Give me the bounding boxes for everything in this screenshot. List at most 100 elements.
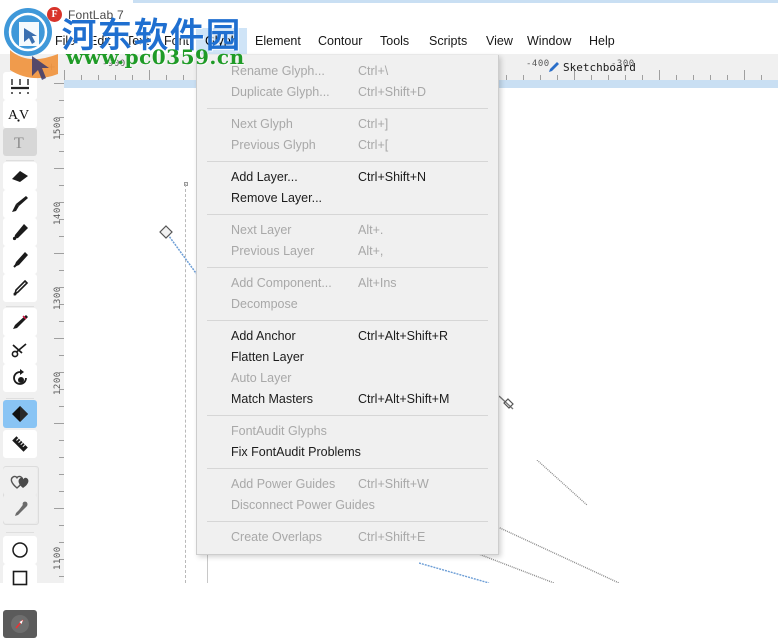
rotate-tool[interactable] [3,364,37,392]
menuitem-label: Fix FontAudit Problems [231,445,361,459]
pan-tool[interactable] [3,610,37,638]
ellipse-tool[interactable] [3,536,37,564]
menuitem-create-overlaps[interactable]: Create Overlaps Ctrl+Shift+E [197,527,498,548]
text-tool[interactable]: T [3,128,37,156]
sketchboard-tab[interactable]: Sketchboard [548,59,636,75]
menuitem-add-layer[interactable]: Add Layer... Ctrl+Shift+N [197,167,498,188]
menuitem-flatten-layer[interactable]: Flatten Layer [197,347,498,368]
menuitem-label: FontAudit Glyphs [231,424,327,438]
menuitem-add-power-guides[interactable]: Add Power Guides Ctrl+Shift+W [197,474,498,495]
menu-separator [207,267,488,268]
metrics-tool[interactable] [3,72,37,100]
ruler-v-label-3: 1200 [53,371,63,395]
menuitem-label: Previous Glyph [231,138,316,152]
menu-contour[interactable]: Contour [309,28,371,54]
kerning-icon: A V [8,108,29,123]
menuitem-shortcut: Ctrl+Shift+N [358,170,427,184]
menu-view[interactable]: View [477,28,522,54]
menuitem-label: Add Power Guides [231,477,336,491]
menu-font[interactable]: Font [155,28,198,54]
measure-tool[interactable] [3,430,37,458]
menuitem-fontaudit-glyphs[interactable]: FontAudit Glyphs [197,421,498,442]
ellipse-icon [12,542,28,558]
menuitem-fix-fontaudit-problems[interactable]: Fix FontAudit Problems [197,442,498,463]
title-bar: F FontLab 7 [0,0,778,28]
tool-divider-2 [6,306,34,307]
menuitem-label: Remove Layer... [231,191,323,205]
menuitem-label: Flatten Layer [231,350,304,364]
menu-edit[interactable]: Edit [80,28,120,54]
menuitem-next-layer[interactable]: Next Layer Alt+. [197,220,498,241]
menuitem-shortcut: Ctrl+] [358,117,389,131]
ruler-v-label-2: 1300 [53,286,63,310]
vertical-ruler[interactable]: 1500 1400 1300 1200 1100 [40,80,65,583]
menuitem-duplicate-glyph[interactable]: Duplicate Glyph... Ctrl+Shift+D [197,82,498,103]
menuitem-shortcut: Ctrl+Alt+Shift+M [358,392,450,406]
menu-separator [207,320,488,321]
menuitem-auto-layer[interactable]: Auto Layer [197,368,498,389]
menu-text[interactable]: Text [117,28,158,54]
menu-scripts[interactable]: Scripts [420,28,476,54]
ruler-h-label-2: -400 [526,59,550,69]
rapid-pen-icon [13,252,28,268]
menuitem-label: Rename Glyph... [231,64,325,78]
rotate-icon [13,369,27,385]
menuitem-previous-glyph[interactable]: Previous Glyph Ctrl+[ [197,135,498,156]
rectangle-tool[interactable] [3,564,37,592]
sketchboard-label: Sketchboard [563,60,636,74]
ruler-v-label-0: 1500 [53,116,63,140]
svg-text:V: V [19,108,29,123]
menuitem-remove-layer[interactable]: Remove Layer... [197,188,498,209]
eraser-tool[interactable] [3,162,37,190]
menuitem-label: Auto Layer [231,371,292,385]
menuitem-shortcut: Alt+. [358,223,384,237]
menuitem-previous-layer[interactable]: Previous Layer Alt+, [197,241,498,262]
scalpel-tool[interactable] [3,308,37,336]
menu-element[interactable]: Element [246,28,310,54]
knife-tool[interactable] [3,336,37,364]
menu-window[interactable]: Window [518,28,580,54]
rapid-tool[interactable] [3,246,37,274]
menuitem-shortcut: Alt+, [358,244,384,258]
menu-bar: File Edit Text Font Glyph Element Contou… [0,28,778,55]
menuitem-add-anchor[interactable]: Add Anchor Ctrl+Alt+Shift+R [197,326,498,347]
menu-separator [207,468,488,469]
pencil-icon [13,279,29,296]
hearts-icon [10,475,29,489]
menu-file[interactable]: File [46,28,84,54]
menu-glyph[interactable]: Glyph [196,28,247,54]
ruler-corner[interactable]: + [40,54,65,81]
menuitem-label: Add Anchor [231,329,296,343]
menuitem-match-masters[interactable]: Match Masters Ctrl+Alt+Shift+M [197,389,498,410]
menuitem-label: Decompose [231,297,298,311]
paint-bucket-tool[interactable] [3,400,37,428]
menuitem-decompose[interactable]: Decompose [197,294,498,315]
compass-icon [11,615,29,633]
shape-tool[interactable] [3,467,37,495]
tools-panel: A V T [0,54,41,638]
svg-text:T: T [14,135,24,151]
kerning-tool[interactable]: A V [3,100,37,128]
menu-tools[interactable]: Tools [371,28,418,54]
menuitem-disconnect-power-guides[interactable]: Disconnect Power Guides [197,495,498,516]
menuitem-rename-glyph[interactable]: Rename Glyph... Ctrl+\ [197,61,498,82]
pen-tool[interactable] [3,218,37,246]
menu-separator [207,108,488,109]
brush-icon [12,196,28,212]
ruler-origin-icon: + [47,59,56,74]
scalpel-icon [13,315,28,329]
scissors-icon [11,343,27,358]
eyedropper-tool[interactable] [3,495,37,523]
tool-divider-3 [6,398,34,399]
menuitem-label: Create Overlaps [231,530,323,544]
pencil-tool[interactable] [3,274,37,302]
ruler-icon [12,436,28,452]
menuitem-next-glyph[interactable]: Next Glyph Ctrl+] [197,114,498,135]
menuitem-add-component[interactable]: Add Component... Alt+Ins [197,273,498,294]
metrics-icon [11,79,29,94]
brush-tool[interactable] [3,190,37,218]
menu-help[interactable]: Help [580,28,624,54]
glyph-dropdown-menu[interactable]: Rename Glyph... Ctrl+\ Duplicate Glyph..… [196,55,499,555]
title-accent-strip [133,0,778,3]
anchor-marker-icon[interactable] [496,392,518,414]
